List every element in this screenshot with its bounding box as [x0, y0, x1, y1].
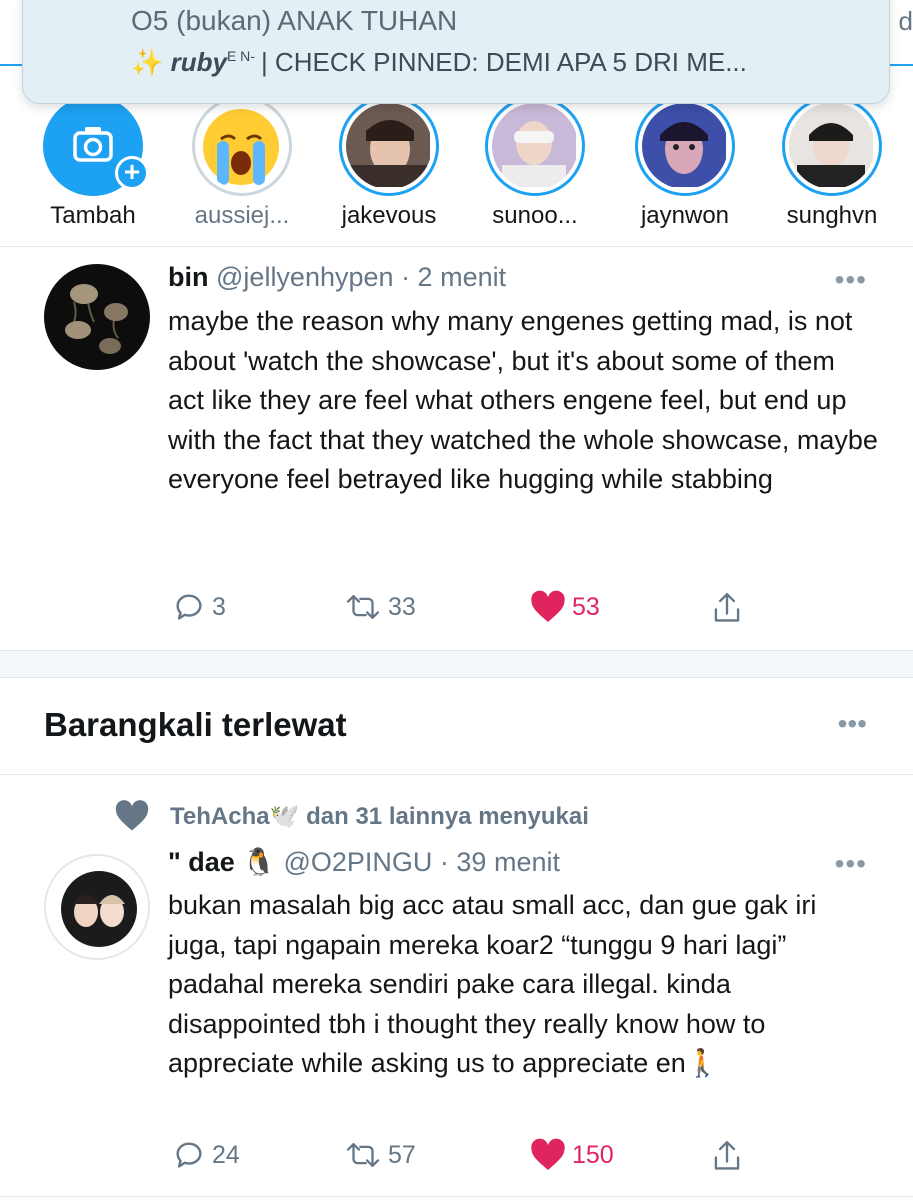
notification-text: | CHECK PINNED: DEMI APA 5 DRI ME... — [260, 47, 747, 77]
notification-line1: O5 (bukan) ANAK TUHAN — [131, 5, 458, 36]
story-ring — [339, 96, 439, 196]
reply-count: 24 — [212, 1140, 240, 1169]
tweet-header: " dae 🐧 @O2PINGU · 39 menit — [168, 846, 560, 878]
story-jaynwon[interactable]: jaynwon — [620, 96, 750, 246]
handle[interactable]: @O2PINGU — [283, 847, 432, 877]
social-context-text[interactable]: TehAcha🕊️ dan 31 lainnya menyukai — [170, 802, 589, 831]
avatar — [642, 103, 728, 189]
share-icon — [714, 592, 740, 622]
story-ring — [485, 96, 585, 196]
divider — [0, 1196, 913, 1197]
reply-icon — [176, 594, 202, 620]
story-label: aussiej... — [194, 202, 290, 229]
reply-button[interactable]: 24 — [172, 1138, 240, 1172]
retweet-icon — [346, 1142, 380, 1168]
like-count: 150 — [572, 1140, 614, 1169]
reply-icon — [176, 1142, 202, 1168]
more-options-icon[interactable]: ••• — [838, 708, 867, 740]
story-label: jakevous — [341, 202, 437, 229]
like-button[interactable]: 53 — [530, 590, 600, 624]
plus-icon: + — [115, 156, 149, 190]
section-gap — [0, 650, 913, 678]
divider — [0, 774, 913, 775]
like-count: 53 — [572, 592, 600, 621]
fleets-row: + Tambah aussiej... jakevous sunoo... ja… — [0, 96, 913, 246]
story-add[interactable]: + Tambah — [28, 96, 158, 246]
share-icon — [714, 1140, 740, 1170]
timestamp: · 2 menit — [401, 262, 507, 292]
divider — [0, 246, 913, 247]
avatar[interactable] — [44, 264, 150, 370]
avatar — [199, 103, 285, 189]
display-name[interactable]: " dae 🐧 — [168, 847, 276, 877]
story-label: jaynwon — [640, 202, 730, 229]
retweet-button[interactable]: 57 — [344, 1138, 416, 1172]
tweet-header: bin @jellyenhypen · 2 menit — [168, 262, 506, 293]
story-label: Tambah — [50, 202, 136, 229]
crying-face-icon — [199, 103, 283, 187]
like-button[interactable]: 150 — [530, 1138, 614, 1172]
retweet-icon — [346, 594, 380, 620]
notification-user: ruby — [170, 47, 227, 77]
story-sunoo[interactable]: sunoo... — [470, 96, 600, 246]
display-name[interactable]: bin — [168, 262, 209, 292]
story-ring — [635, 96, 735, 196]
avatar — [346, 103, 432, 189]
story-aussie[interactable]: aussiej... — [177, 96, 307, 246]
notification-banner[interactable]: O5 (bukan) ANAK TUHAN ✨ rubyE N- | CHECK … — [22, 0, 890, 104]
topbar-fragment: d — [898, 6, 913, 36]
retweet-button[interactable]: 33 — [344, 590, 416, 624]
notification-user-sup: E N- — [226, 48, 255, 65]
story-label: sunghvn — [786, 202, 878, 229]
share-button[interactable] — [710, 590, 750, 626]
more-options-icon[interactable]: ••• — [835, 264, 867, 296]
social-context: TehAcha🕊️ dan 31 lainnya menyukai — [114, 800, 589, 832]
notification-message: ✨ rubyE N- | CHECK PINNED: DEMI APA 5 DRI… — [131, 47, 747, 78]
heart-icon — [115, 800, 149, 831]
tweet-actions: 3 33 53 — [168, 590, 868, 630]
sparkles-icon: ✨ — [131, 47, 164, 77]
share-button[interactable] — [710, 1138, 750, 1174]
timestamp: · 39 menit — [439, 847, 560, 877]
tweet-text: maybe the reason why many engenes gettin… — [168, 306, 878, 495]
story-jakevous[interactable]: jakevous — [324, 96, 454, 246]
story-sunghvn[interactable]: sunghvn — [767, 96, 897, 246]
tweet-text: bukan masalah big acc atau small acc, da… — [168, 890, 817, 1079]
story-ring — [192, 96, 292, 196]
reply-button[interactable]: 3 — [172, 590, 226, 624]
heart-filled-icon — [531, 590, 565, 622]
more-options-icon[interactable]: ••• — [835, 848, 867, 880]
tweet-actions: 24 57 150 — [168, 1138, 868, 1178]
retweet-count: 33 — [388, 592, 416, 621]
avatar[interactable] — [44, 854, 150, 960]
avatar — [492, 103, 578, 189]
handle[interactable]: @jellyenhypen — [216, 262, 394, 292]
retweet-count: 57 — [388, 1140, 416, 1169]
section-title: Barangkali terlewat — [44, 706, 347, 743]
story-label: sunoo... — [492, 202, 578, 229]
story-ring — [782, 96, 882, 196]
reply-count: 3 — [212, 592, 226, 621]
avatar — [789, 103, 875, 189]
heart-filled-icon — [531, 1138, 565, 1170]
